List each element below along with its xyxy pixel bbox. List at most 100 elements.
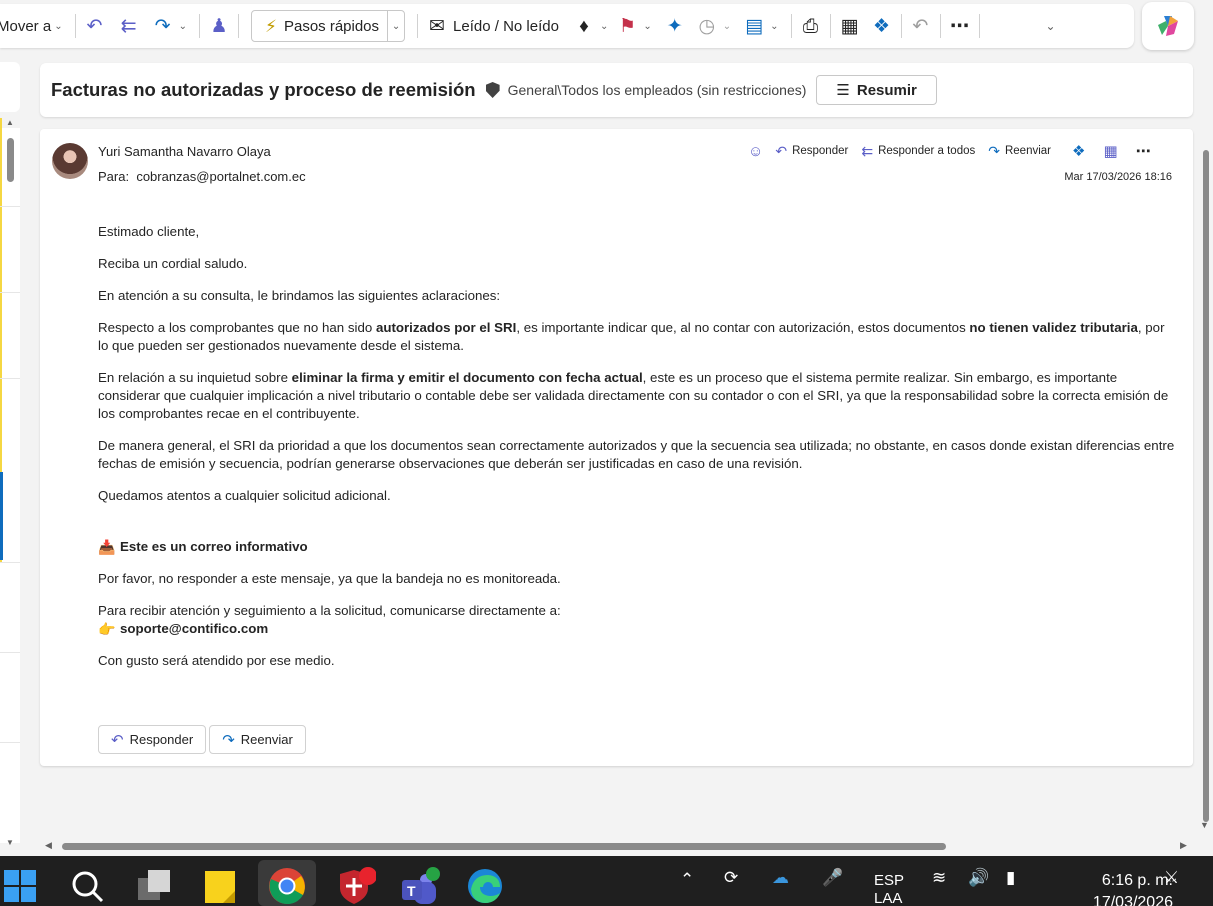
- scroll-down-arrow-icon[interactable]: ▼: [6, 838, 14, 847]
- undo-icon: ↶: [912, 15, 929, 37]
- move-to-button[interactable]: Mover a ⌄: [0, 4, 69, 48]
- notifications-icon[interactable]: ⚔: [1164, 868, 1179, 888]
- support-email[interactable]: soporte@contifico.com: [120, 620, 268, 638]
- avatar[interactable]: [52, 143, 88, 179]
- pin-icon[interactable]: ✦: [662, 13, 688, 39]
- reply-all-action[interactable]: ⇇ Responder a todos: [861, 143, 975, 160]
- flag-icon[interactable]: ⚑: [614, 13, 640, 39]
- task-view-button[interactable]: [134, 866, 174, 906]
- reply-button[interactable]: ↶ Responder: [98, 725, 207, 754]
- loop-icon[interactable]: ❖: [1072, 142, 1085, 160]
- reply-action-label: Responder: [792, 145, 849, 157]
- reply-all-icon[interactable]: ⇇: [116, 13, 142, 39]
- contact-text: Para recibir atención y seguimiento a la…: [98, 603, 561, 618]
- more-options-icon[interactable]: ⋯: [1136, 142, 1151, 160]
- sync-icon[interactable]: ⟳: [724, 868, 738, 888]
- list-item-divider: [0, 562, 20, 563]
- apps-icon[interactable]: ▦: [837, 13, 863, 39]
- loop-icon[interactable]: ❖: [869, 13, 895, 39]
- message-list[interactable]: [0, 128, 20, 843]
- snooze-clock-icon: ◷: [698, 15, 716, 37]
- greeting: Estimado cliente,: [98, 224, 200, 239]
- paragraph-authorization: Respecto a los comprobantes que no han s…: [98, 319, 1178, 355]
- reply-all-icon: ⇇: [861, 142, 874, 159]
- chevron-down-icon[interactable]: ⌄: [388, 21, 404, 32]
- start-button[interactable]: [0, 866, 40, 906]
- chevron-down-icon[interactable]: ⌄: [600, 21, 608, 32]
- microphone-icon[interactable]: 🎤: [822, 868, 843, 888]
- chevron-down-icon[interactable]: ⌄: [179, 21, 187, 32]
- teams-button[interactable]: T: [400, 866, 440, 906]
- onedrive-cloud-icon[interactable]: ☁: [772, 868, 789, 888]
- divider: [978, 14, 980, 38]
- ribbon-toolbar: Mover a ⌄ ↶ ⇇ ↷ ⌄ ♟ ⚡︎ Pasos rápidos ⌄ ✉…: [0, 4, 1134, 48]
- support-email-line: 👉 soporte@contifico.com: [98, 620, 1178, 638]
- read-unread-label: Leído / No leído: [453, 17, 559, 35]
- shield-app-icon: [340, 867, 376, 904]
- clock[interactable]: 6:16 p. m. 17/03/2026: [1093, 870, 1173, 906]
- quick-steps-main[interactable]: ⚡︎ Pasos rápidos: [252, 11, 389, 41]
- sticky-notes-button[interactable]: [200, 866, 240, 906]
- to-address[interactable]: cobranzas@portalnet.com.ec: [136, 169, 305, 184]
- scroll-left-arrow-icon[interactable]: ◀: [45, 840, 52, 851]
- sensitivity-label[interactable]: General\Todos los empleados (sin restric…: [508, 82, 807, 98]
- summarize-button[interactable]: ☰ Resumir: [816, 75, 937, 105]
- emoji-reaction-icon[interactable]: ☺: [748, 143, 763, 160]
- security-app-button[interactable]: [336, 866, 376, 906]
- chevron-down-icon[interactable]: ⌄: [770, 21, 778, 32]
- scroll-right-arrow-icon[interactable]: ▶: [1180, 840, 1187, 851]
- show-hidden-icons-chevron-icon[interactable]: ⌃: [680, 870, 694, 890]
- forward-action[interactable]: ↷ Reenviar: [988, 143, 1051, 160]
- copilot-button[interactable]: [1142, 2, 1194, 50]
- edge-button[interactable]: [465, 866, 505, 906]
- scroll-up-arrow-icon[interactable]: ▲: [6, 118, 14, 127]
- move-to-label: Mover a: [0, 17, 52, 35]
- more-options-icon[interactable]: ⋯: [947, 13, 973, 39]
- read-unread-button[interactable]: ✉ Leído / No leído: [424, 4, 559, 48]
- print-icon[interactable]: ⎙: [798, 13, 824, 39]
- subject-header: Facturas no autorizadas y proceso de ree…: [40, 63, 1193, 117]
- reply-button-label: Responder: [129, 732, 194, 747]
- sender-name[interactable]: Yuri Samantha Navarro Olaya: [98, 144, 271, 159]
- divider: [237, 14, 239, 38]
- horizontal-scrollbar[interactable]: ◀ ▶: [20, 838, 1197, 854]
- chrome-button[interactable]: [267, 866, 307, 906]
- scrollbar-thumb[interactable]: [1203, 150, 1209, 822]
- message-list-scrollbar[interactable]: [7, 138, 14, 182]
- rules-icon[interactable]: ▤: [741, 13, 767, 39]
- volume-icon[interactable]: 🔊: [968, 868, 989, 888]
- battery-icon[interactable]: ▮: [1006, 868, 1015, 888]
- chevron-down-icon[interactable]: ⌄: [643, 21, 651, 32]
- scrollbar-thumb[interactable]: [62, 843, 946, 850]
- forward-button[interactable]: ↷ Reenviar: [209, 725, 306, 754]
- list-item-divider: [0, 652, 20, 653]
- quick-steps-button[interactable]: ⚡︎ Pasos rápidos ⌄: [250, 10, 406, 42]
- tag-icon[interactable]: ♦: [571, 13, 597, 39]
- selected-message-indicator: [0, 472, 3, 560]
- task-view-icon: [138, 870, 170, 900]
- apps-icon[interactable]: ▦: [1103, 142, 1117, 160]
- teams-share-icon[interactable]: ♟: [206, 13, 232, 39]
- language-code: ESP: [874, 872, 905, 889]
- divider: [829, 14, 831, 38]
- divider: [74, 14, 76, 38]
- language-indicator[interactable]: ESP LAA: [874, 872, 904, 906]
- text-segment: En relación a su inquietud sobre: [98, 370, 292, 385]
- reading-pane-vertical-scrollbar[interactable]: ▼: [1197, 130, 1213, 830]
- clock-date: 17/03/2026: [1092, 894, 1173, 906]
- forward-button-label: Reenviar: [240, 732, 293, 747]
- forward-icon[interactable]: ↷: [150, 13, 176, 39]
- bottom-actions: ↶ Responder ↷ Reenviar: [98, 725, 309, 754]
- summary-icon: ☰: [836, 82, 850, 99]
- clock-time: 6:16 p. m.: [1101, 872, 1173, 889]
- scroll-down-arrow-icon[interactable]: ▼: [1200, 820, 1209, 830]
- ribbon-expand-chevron-icon[interactable]: ⌄: [1046, 19, 1056, 33]
- reply-action[interactable]: ↶ Responder: [775, 143, 848, 160]
- list-item-divider: [0, 378, 20, 379]
- wifi-icon[interactable]: ≋: [932, 868, 946, 888]
- list-item-divider: [0, 292, 20, 293]
- bold-segment: autorizados por el SRI: [375, 320, 517, 335]
- paragraph-closing-offer: Quedamos atentos a cualquier solicitud a…: [98, 488, 391, 503]
- search-button[interactable]: [67, 866, 107, 906]
- reply-icon[interactable]: ↶: [82, 13, 108, 39]
